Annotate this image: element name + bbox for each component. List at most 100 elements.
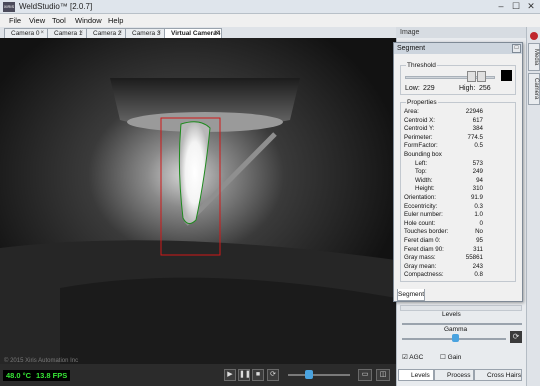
levels-range-slider[interactable] (400, 305, 522, 311)
property-name: Bounding box (404, 151, 442, 158)
pause-button[interactable]: ❚❚ (238, 369, 251, 381)
side-tab-camera[interactable]: Camera (528, 73, 540, 105)
property-value: 573 (472, 159, 483, 167)
gamma-label: Gamma (444, 326, 468, 333)
side-tab-media[interactable]: Media (528, 43, 540, 71)
snapshot-icon[interactable]: ▭ (358, 369, 372, 381)
property-value: 55861 (465, 254, 483, 262)
low-label: Low: (405, 85, 420, 92)
levels-label: Levels (442, 311, 461, 318)
tab-label: Camera 3 (132, 30, 161, 37)
gamma-slider-thumb[interactable] (452, 334, 459, 342)
low-value: 229 (423, 85, 435, 92)
close-button[interactable]: ✕ (524, 1, 538, 12)
property-value: 384 (472, 125, 483, 133)
high-value: 256 (479, 85, 491, 92)
weld-scene-image (0, 38, 396, 364)
tab-close-icon[interactable]: × (157, 29, 161, 38)
property-value: 249 (472, 168, 483, 176)
tab-camera-2[interactable]: Camera 2 × (86, 28, 126, 38)
checkbox-unchecked-icon: ☐ (440, 354, 446, 361)
camera-tab-strip: Camera 0 × Camera 1 × Camera 2 × Camera 3 × … (0, 27, 396, 38)
property-value: 617 (472, 116, 483, 124)
threshold-high-thumb[interactable] (477, 71, 486, 82)
property-name: Gray mean: (404, 262, 437, 270)
property-name: Centroid Y: (404, 125, 435, 133)
window-title: WeldStudio™ [2.0.7] (19, 2, 93, 11)
threshold-group: Threshold Low: 229 High: 256 (400, 62, 516, 95)
title-bar: XIRIS WeldStudio™ [2.0.7] – ☐ ✕ (0, 0, 540, 14)
tab-process[interactable]: Process (434, 369, 474, 381)
tab-close-icon[interactable]: × (79, 29, 83, 38)
refresh-button[interactable]: ⟳ (267, 369, 279, 381)
property-name: Hole count: (404, 219, 436, 227)
agc-checkbox[interactable]: ☑ AGC (402, 353, 423, 361)
menu-bar: File View Tool Window Help (0, 14, 540, 27)
menu-tool[interactable]: Tool (52, 16, 66, 25)
temperature-readout: 48.0 °C (3, 370, 35, 381)
reset-gamma-icon[interactable]: ⟳ (510, 331, 522, 343)
property-value: 311 (473, 245, 483, 253)
property-name: Compactness: (404, 271, 444, 279)
property-name: Width: (415, 176, 433, 184)
property-value: 22946 (465, 108, 483, 115)
menu-help[interactable]: Help (108, 16, 123, 25)
property-name: Height: (415, 185, 435, 193)
tab-camera-1[interactable]: Camera 1 × (47, 28, 87, 38)
threshold-label: Threshold (406, 62, 437, 69)
levels-slider[interactable] (402, 323, 522, 325)
property-name: Orientation: (404, 194, 436, 201)
tab-levels[interactable]: Levels (398, 369, 434, 381)
menu-view[interactable]: View (29, 16, 45, 25)
property-value: 774.5 (467, 133, 483, 141)
record-icon[interactable]: ◫ (376, 369, 390, 381)
property-name: Left: (415, 159, 428, 167)
gain-checkbox[interactable]: ☐ Gain (440, 353, 461, 361)
property-name: Touches border: (404, 228, 449, 236)
segment-title: Segment (394, 43, 522, 54)
tab-label: Camera 1 (54, 30, 83, 37)
tab-camera-0[interactable]: Camera 0 × (4, 28, 48, 38)
property-value: 94 (476, 176, 483, 184)
tab-camera-3[interactable]: Camera 3 × (125, 28, 165, 38)
property-value: 0.3 (474, 202, 483, 210)
menu-window[interactable]: Window (75, 16, 102, 25)
threshold-low-thumb[interactable] (467, 71, 476, 82)
camera-video-view[interactable]: © 2015 Xiris Automation Inc (0, 38, 396, 364)
stop-button[interactable]: ■ (252, 369, 264, 381)
properties-label: Properties (406, 99, 438, 106)
segment-close-icon[interactable]: □ (512, 44, 521, 53)
high-label: High: (459, 85, 476, 92)
tab-segment[interactable]: Segment (397, 289, 425, 301)
property-name: Perimeter: (404, 133, 433, 141)
checkbox-checked-icon: ☑ (402, 354, 408, 361)
property-name: Gray mass: (404, 254, 436, 262)
property-name: Area: (404, 108, 419, 115)
property-value: 95 (476, 237, 483, 244)
property-value: 243 (472, 262, 483, 270)
zoom-slider[interactable] (288, 374, 350, 376)
tab-label: Process (447, 372, 471, 379)
property-name: Feret diam 90: (404, 245, 444, 253)
tab-close-icon[interactable]: × (118, 29, 122, 38)
tab-close-icon[interactable]: × (214, 29, 218, 38)
tab-close-icon[interactable]: × (40, 29, 44, 38)
tab-label: Levels (411, 372, 430, 379)
property-value: 0.5 (474, 142, 483, 150)
gain-label: Gain (447, 354, 462, 361)
video-toolbar: 48.0 °C 13.8 FPS ▶ ❚❚ ■ ⟳ ▭ ◫ (0, 364, 396, 386)
maximize-button[interactable]: ☐ (509, 1, 523, 12)
property-name: Top: (415, 168, 427, 176)
property-value: 310 (472, 185, 483, 193)
zoom-slider-thumb[interactable] (305, 370, 313, 379)
fps-readout: 13.8 FPS (33, 370, 71, 381)
minimize-button[interactable]: – (494, 1, 508, 12)
tab-cross-hairs[interactable]: Cross Hairs (474, 369, 522, 381)
menu-file[interactable]: File (9, 16, 21, 25)
tab-virtual-camera-4[interactable]: Virtual Camera4 × (164, 28, 222, 38)
property-value: 1.0 (474, 211, 483, 219)
threshold-color-swatch[interactable] (501, 70, 512, 81)
properties-group: Properties Area: 22946 Centroid X: 617 Centr… (400, 99, 516, 282)
pin-icon[interactable] (530, 32, 538, 40)
play-button[interactable]: ▶ (224, 369, 236, 381)
